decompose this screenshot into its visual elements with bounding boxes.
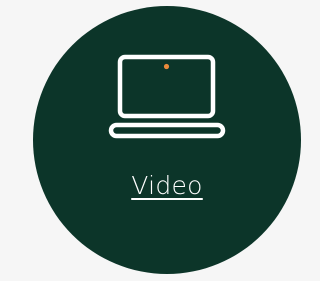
- laptop-icon: [108, 54, 226, 139]
- video-label[interactable]: Video: [33, 169, 301, 203]
- webcam-dot: [163, 63, 170, 70]
- video-link-card[interactable]: Video: [33, 6, 301, 274]
- page: Video: [0, 0, 301, 281]
